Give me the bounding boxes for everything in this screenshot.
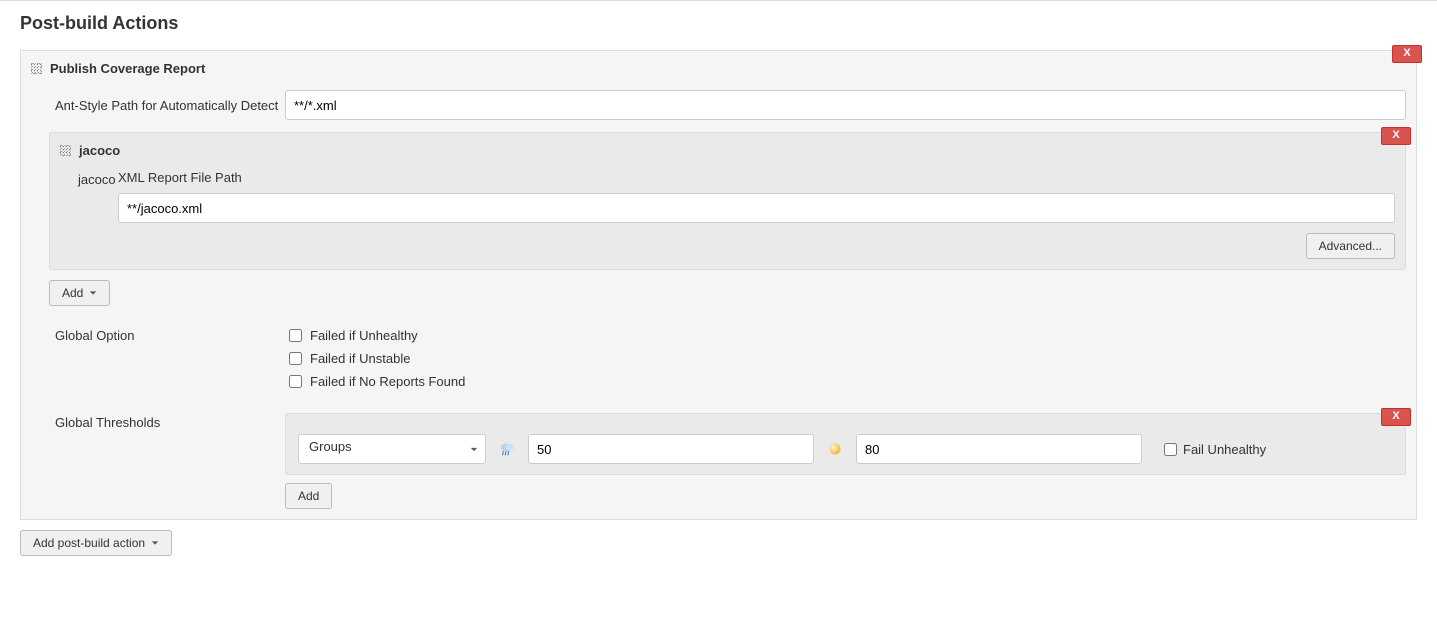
fail-unhealthy-checkbox[interactable]	[1164, 443, 1177, 456]
drag-handle-icon[interactable]	[31, 63, 42, 74]
failed-if-unstable-label: Failed if Unstable	[310, 351, 410, 366]
threshold-unstable-input[interactable]	[528, 434, 814, 464]
ant-path-label: Ant-Style Path for Automatically Detect	[31, 98, 285, 113]
xml-report-label: XML Report File Path	[118, 170, 1395, 185]
jacoco-title: jacoco	[79, 143, 120, 158]
section-title: Post-build Actions	[20, 13, 1417, 34]
failed-if-unhealthy-checkbox[interactable]	[289, 329, 302, 342]
xml-report-input[interactable]	[118, 193, 1395, 223]
publish-coverage-block: X Publish Coverage Report Ant-Style Path…	[20, 50, 1417, 520]
advanced-button[interactable]: Advanced...	[1306, 233, 1395, 259]
drag-handle-icon[interactable]	[60, 145, 71, 156]
add-post-build-label: Add post-build action	[33, 536, 145, 550]
ant-path-input[interactable]	[285, 90, 1406, 120]
global-thresholds-label: Global Thresholds	[31, 413, 285, 430]
threshold-metric-select[interactable]: Groups	[298, 434, 486, 464]
caret-down-icon	[89, 286, 97, 300]
publish-title: Publish Coverage Report	[50, 61, 205, 76]
add-threshold-button[interactable]: Add	[285, 483, 332, 509]
add-adapter-button[interactable]: Add	[49, 280, 110, 306]
failed-if-unhealthy-label: Failed if Unhealthy	[310, 328, 418, 343]
jacoco-block: X jacoco jacoco XML Report File Path Adv…	[49, 132, 1406, 270]
failed-if-no-reports-checkbox[interactable]	[289, 375, 302, 388]
global-option-label: Global Option	[31, 326, 285, 343]
sun-icon	[826, 440, 844, 458]
threshold-block: X Groups	[285, 413, 1406, 475]
add-post-build-action-button[interactable]: Add post-build action	[20, 530, 172, 556]
threshold-healthy-input[interactable]	[856, 434, 1142, 464]
jacoco-name-label: jacoco	[60, 170, 118, 187]
failed-if-no-reports-label: Failed if No Reports Found	[310, 374, 465, 389]
fail-unhealthy-label: Fail Unhealthy	[1183, 442, 1266, 457]
caret-down-icon	[151, 536, 159, 550]
add-button-label: Add	[62, 286, 83, 300]
failed-if-unstable-checkbox[interactable]	[289, 352, 302, 365]
delete-threshold-button[interactable]: X	[1381, 408, 1411, 426]
storm-icon	[498, 440, 516, 458]
